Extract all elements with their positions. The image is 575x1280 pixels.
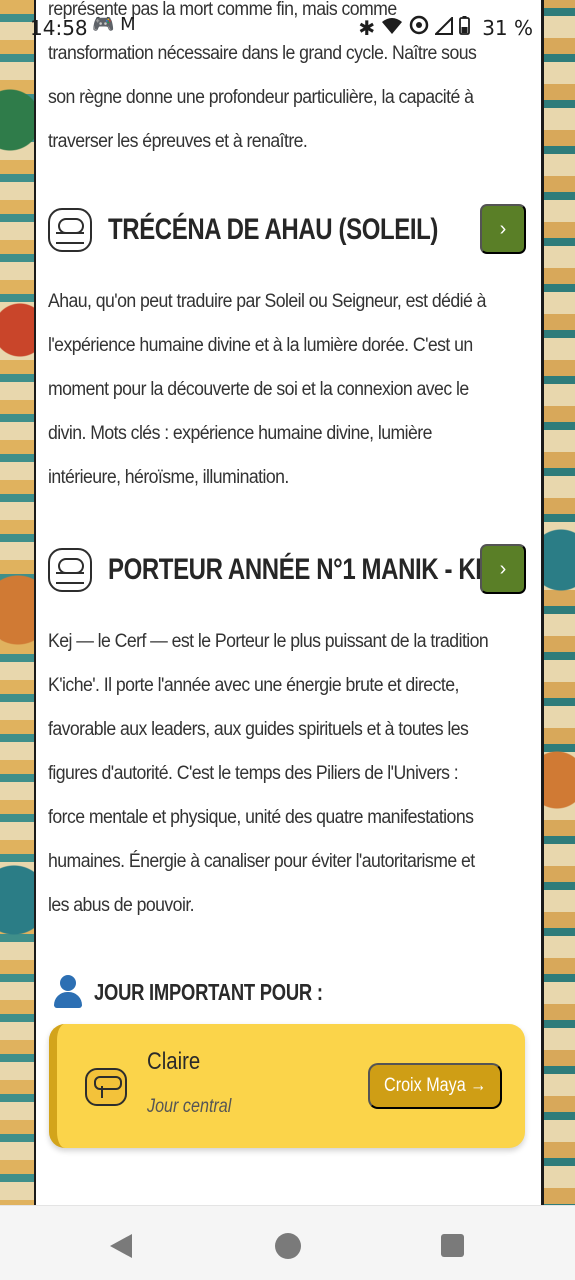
mayan-background-left	[0, 0, 36, 1280]
navigation-bar	[0, 1205, 575, 1280]
bluetooth-icon: ✱	[358, 15, 376, 40]
person-name: Claire	[147, 1048, 201, 1075]
ahau-paragraph: Ahau, qu'on peut traduire par Soleil ou …	[48, 291, 486, 488]
status-bar: 14:58 🎮 M ✱ 31 %	[0, 0, 575, 52]
section-header-porteur: PORTEUR ANNÉE N°1 MANIK - KEJ ›	[48, 542, 528, 598]
status-indicators: ✱ 31 %	[358, 15, 533, 40]
porteur-paragraph: Kej — le Cerf — est le Porteur le plus p…	[48, 631, 489, 916]
signal-icon	[433, 15, 454, 40]
user-icon	[52, 975, 84, 1009]
croix-maya-label: Croix Maya →	[383, 1075, 487, 1096]
mayan-background-right	[541, 0, 575, 1280]
important-day-header: JOUR IMPORTANT POUR :	[52, 972, 380, 1012]
person-glyph-icon	[85, 1068, 127, 1106]
person-card[interactable]: Claire Jour central Croix Maya →	[49, 1024, 525, 1148]
notification-icons: 🎮 M	[92, 14, 136, 35]
back-icon[interactable]	[110, 1234, 132, 1258]
person-role: Jour central	[147, 1096, 232, 1117]
battery-icon	[459, 15, 471, 40]
important-day-label: JOUR IMPORTANT POUR :	[94, 978, 323, 1005]
battery-level: 31 %	[482, 15, 533, 40]
chevron-right-icon: ›	[499, 557, 507, 580]
recents-icon[interactable]	[441, 1234, 464, 1257]
manik-glyph-icon	[48, 548, 92, 592]
croix-maya-button[interactable]: Croix Maya →	[368, 1063, 502, 1109]
wifi-icon	[381, 16, 403, 40]
porteur-details-button[interactable]: ›	[480, 544, 526, 594]
section-title: PORTEUR ANNÉE N°1 MANIK - KEJ	[108, 553, 504, 586]
data-saver-icon	[409, 15, 429, 40]
frame-border-right	[541, 0, 544, 1210]
chevron-right-icon: ›	[499, 217, 507, 240]
ahau-glyph-icon	[48, 208, 92, 252]
status-time: 14:58	[30, 16, 88, 40]
ahau-details-button[interactable]: ›	[480, 204, 526, 254]
home-icon[interactable]	[275, 1233, 301, 1259]
section-title: TRÉCÉNA DE AHAU (SOLEIL)	[108, 213, 438, 246]
section-header-ahau: TRÉCÉNA DE AHAU (SOLEIL) ›	[48, 202, 528, 258]
